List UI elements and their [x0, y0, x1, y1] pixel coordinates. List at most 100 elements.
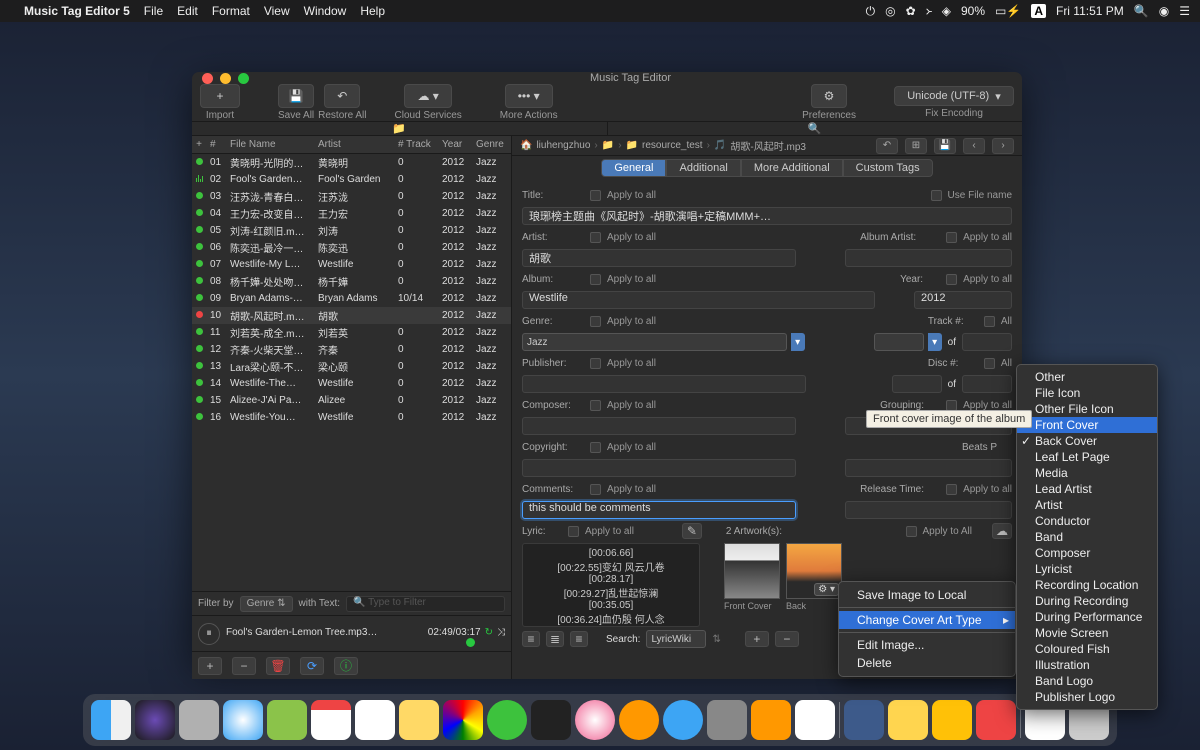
search-view-toggle[interactable]: 🔍 — [608, 122, 1023, 135]
submenu-item[interactable]: Lyricist — [1017, 561, 1157, 577]
tab-custom-tags[interactable]: Custom Tags — [843, 159, 933, 177]
dock-calendar[interactable] — [311, 700, 351, 740]
dock-reminders[interactable] — [355, 700, 395, 740]
dock-finder[interactable] — [91, 700, 131, 740]
grouping-apply-check[interactable] — [946, 400, 957, 411]
submenu-item[interactable]: Band — [1017, 529, 1157, 545]
wifi-icon[interactable]: ◈ — [942, 4, 951, 18]
clock[interactable]: Fri 11:51 PM — [1056, 4, 1124, 18]
artwork-thumb-1[interactable] — [724, 543, 780, 599]
menu-view[interactable]: View — [264, 4, 290, 18]
submenu-item[interactable]: Media — [1017, 465, 1157, 481]
align-left-button[interactable]: ≡ — [522, 631, 540, 647]
cm-edit-image[interactable]: Edit Image... — [839, 636, 1015, 654]
year-column[interactable]: Year — [438, 139, 472, 150]
remove-file-button[interactable]: − — [232, 657, 256, 675]
table-row[interactable]: 10 胡歌-风起时.m… 胡歌 2012 Jazz — [192, 307, 511, 324]
dock-itunes[interactable] — [575, 700, 615, 740]
action-button[interactable]: ⟳ — [300, 657, 324, 675]
filter-text-input[interactable]: 🔍 Type to Filter — [346, 596, 505, 612]
delete-button[interactable]: 🗑 — [266, 657, 290, 675]
filename-column[interactable]: File Name — [226, 139, 314, 150]
bluetooth-icon[interactable]: ᚛ — [926, 4, 932, 18]
dock-photos[interactable] — [443, 700, 483, 740]
discno-total-input[interactable] — [962, 375, 1012, 393]
statusbar-icon[interactable]: ⏻ — [866, 4, 876, 19]
genre-column[interactable]: Genre — [472, 139, 508, 150]
bpm-input[interactable] — [845, 459, 1012, 477]
submenu-item[interactable]: During Recording — [1017, 593, 1157, 609]
trackno-all-check[interactable] — [984, 316, 995, 327]
dock-notes[interactable] — [399, 700, 439, 740]
menu-window[interactable]: Window — [304, 4, 347, 18]
table-row[interactable]: 09 Bryan Adams-… Bryan Adams 10/14 2012 … — [192, 290, 511, 307]
year-apply-check[interactable] — [946, 274, 957, 285]
add-file-button[interactable]: + — [198, 657, 222, 675]
table-row[interactable]: 15 Alizee-J'Ai Pa… Alizee 0 2012 Jazz — [192, 392, 511, 409]
track-column[interactable]: # Track — [394, 139, 438, 150]
table-row[interactable]: 05 刘涛-红颜旧.m… 刘涛 0 2012 Jazz — [192, 222, 511, 239]
trackno-caret[interactable]: ▾ — [928, 333, 942, 351]
dock-siri[interactable] — [135, 700, 175, 740]
prev-button[interactable]: ‹ — [963, 138, 985, 154]
dock-app[interactable] — [932, 700, 972, 740]
lyric-apply-check[interactable] — [568, 526, 579, 537]
crumb[interactable]: liuhengzhuo — [536, 140, 590, 151]
more-actions-button[interactable]: ••• ▾ — [505, 84, 553, 108]
publisher-apply-check[interactable] — [590, 358, 601, 369]
close-button[interactable] — [202, 73, 213, 84]
submenu-item[interactable]: Lead Artist — [1017, 481, 1157, 497]
repeat-icon[interactable]: ↻ — [485, 627, 493, 638]
submenu-item[interactable]: Composer — [1017, 545, 1157, 561]
year-input[interactable]: 2012 — [914, 291, 1012, 309]
discno-all-check[interactable] — [984, 358, 995, 369]
dock-app[interactable] — [267, 700, 307, 740]
table-row[interactable]: 14 Westlife-The… Westlife 0 2012 Jazz — [192, 375, 511, 392]
composer-apply-check[interactable] — [590, 400, 601, 411]
table-row[interactable]: 03 汪苏泷-青春白… 汪苏泷 0 2012 Jazz — [192, 188, 511, 205]
submenu-item[interactable]: Other File Icon — [1017, 401, 1157, 417]
title-input[interactable]: 琅琊榜主题曲《风起时》-胡歌演唱+定稿MMM+… — [522, 207, 1012, 225]
trackno-total-input[interactable] — [962, 333, 1012, 351]
album-artist-apply-check[interactable] — [946, 232, 957, 243]
dock-ibooks[interactable] — [619, 700, 659, 740]
dock-sublime[interactable] — [751, 700, 791, 740]
dock-preferences[interactable] — [707, 700, 747, 740]
table-row[interactable]: 16 Westlife-You… Westlife 0 2012 Jazz — [192, 409, 511, 426]
table-row[interactable]: 02 Fool's Garden… Fool's Garden 0 2012 J… — [192, 171, 511, 188]
reveal-button[interactable]: ⊞ — [905, 138, 927, 154]
cm-change-art-type[interactable]: Change Cover Art Type — [839, 611, 1015, 629]
cm-save-image[interactable]: Save Image to Local — [839, 586, 1015, 604]
genre-select[interactable]: Jazz — [522, 333, 787, 351]
remove-artwork-button[interactable]: − — [775, 631, 799, 647]
align-right-button[interactable]: ≡ — [570, 631, 588, 647]
submenu-item[interactable]: Movie Screen — [1017, 625, 1157, 641]
submenu-item[interactable]: Leaf Let Page — [1017, 449, 1157, 465]
table-row[interactable]: 01 黄晓明-光阴的… 黄晓明 0 2012 Jazz — [192, 154, 511, 171]
add-artwork-button[interactable]: + — [745, 631, 769, 647]
submenu-item[interactable]: Artist — [1017, 497, 1157, 513]
dock-sketch[interactable] — [888, 700, 928, 740]
tab-more-additional[interactable]: More Additional — [741, 159, 843, 177]
cloud-services-button[interactable]: ☁ ▾ — [404, 84, 452, 108]
dock-launchpad[interactable] — [179, 700, 219, 740]
trackno-input[interactable] — [874, 333, 924, 351]
submenu-item[interactable]: During Performance — [1017, 609, 1157, 625]
table-row[interactable]: 13 Lara梁心颐-不… 梁心颐 0 2012 Jazz — [192, 358, 511, 375]
app-name[interactable]: Music Tag Editor 5 — [24, 4, 130, 18]
copyright-apply-check[interactable] — [590, 442, 601, 453]
genre-dropdown-caret[interactable]: ▾ — [791, 333, 805, 351]
dock-safari[interactable] — [223, 700, 263, 740]
folder-icon[interactable]: 📁 — [626, 140, 638, 151]
submenu-item[interactable]: Illustration — [1017, 657, 1157, 673]
artwork-gear-button[interactable]: ⚙ ▾ — [814, 583, 839, 596]
dock-app[interactable] — [844, 700, 884, 740]
title-apply-check[interactable] — [590, 190, 601, 201]
add-column[interactable]: + — [192, 139, 206, 150]
composer-input[interactable] — [522, 417, 796, 435]
submenu-item[interactable]: Front Cover — [1017, 417, 1157, 433]
publisher-input[interactable] — [522, 375, 806, 393]
save-all-button[interactable]: 💾 — [278, 84, 314, 108]
submenu-item[interactable]: Band Logo — [1017, 673, 1157, 689]
lyric-box[interactable]: [00:06.66][00:22.55]变幻 风云几卷[00:28.17][00… — [522, 543, 700, 627]
